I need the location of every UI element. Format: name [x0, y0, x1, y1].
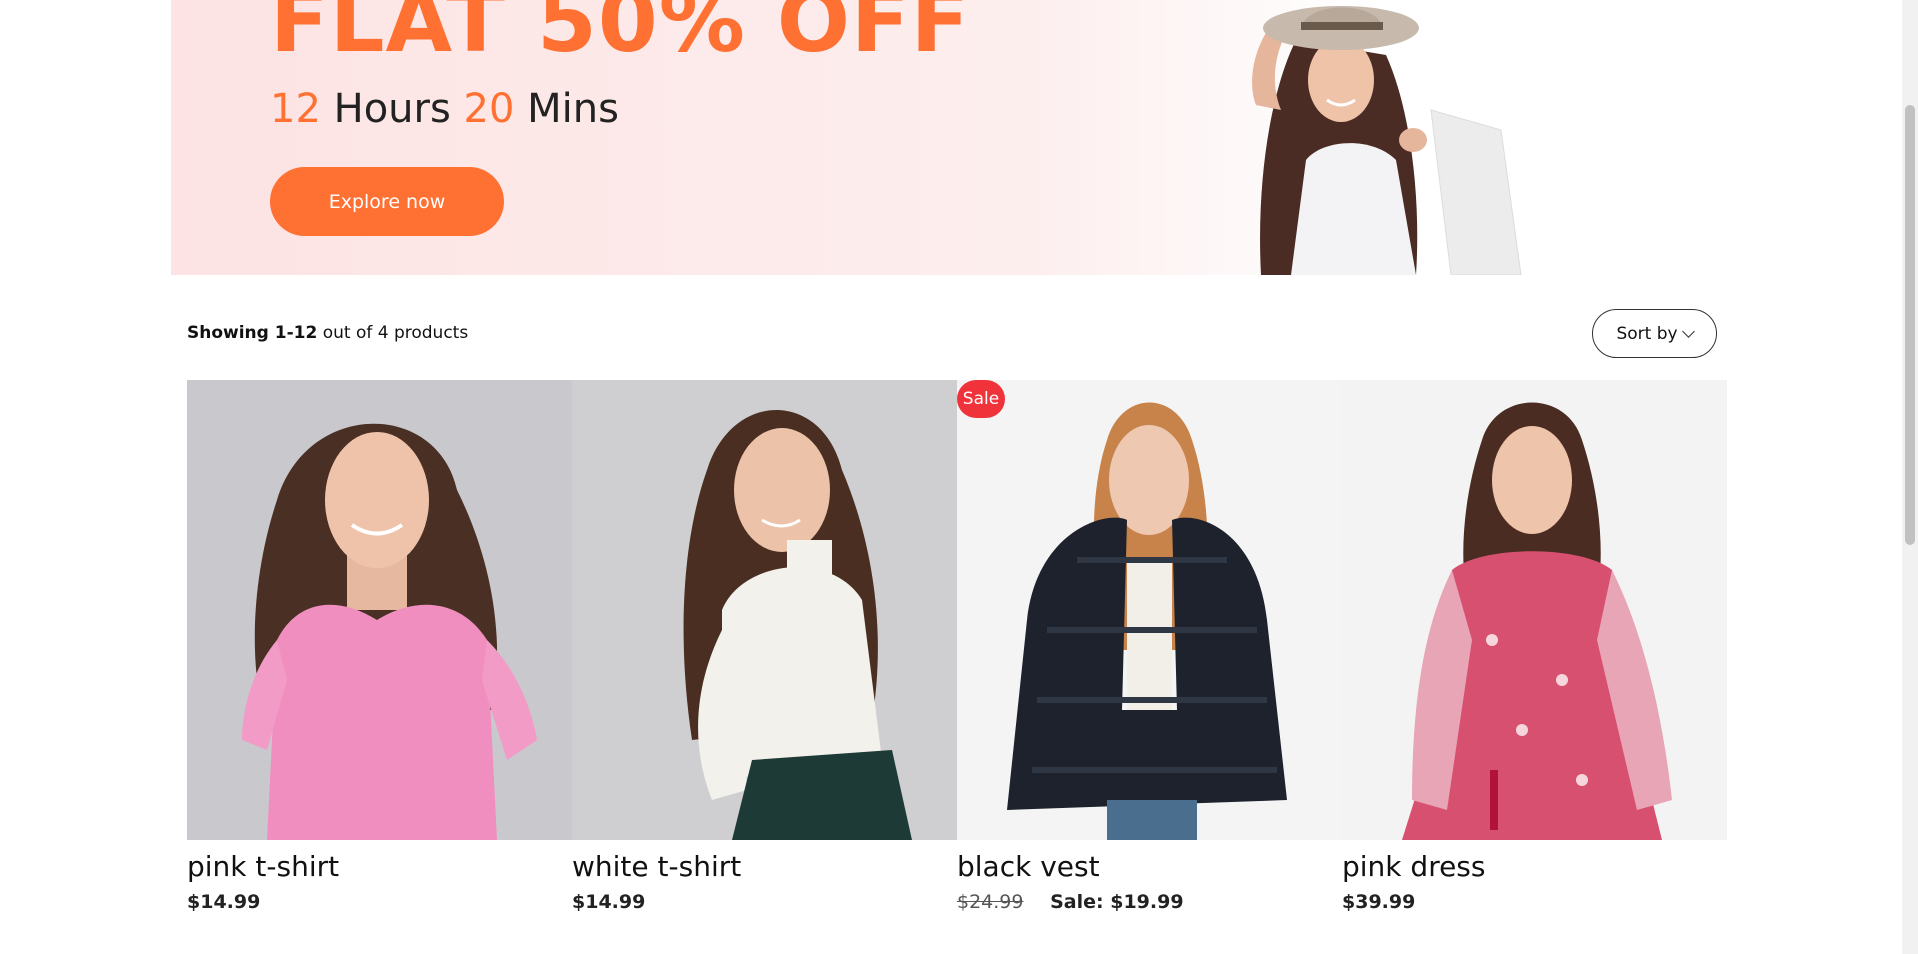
product-card[interactable]: pink dress $39.99	[1342, 380, 1727, 913]
product-grid: pink t-shirt $14.99 white t-shirt $14.99	[187, 380, 1727, 913]
product-image[interactable]	[187, 380, 572, 840]
product-price: $14.99	[187, 891, 261, 913]
scrollbar-thumb[interactable]	[1905, 105, 1915, 545]
product-sale-price: Sale: $19.99	[1050, 891, 1184, 913]
countdown-hours-value: 12	[270, 86, 321, 132]
product-original-price: $24.99	[957, 891, 1024, 913]
product-image[interactable]: Sale	[957, 380, 1342, 840]
product-card[interactable]: Sale black vest $24.99 Sale: $19.99	[957, 380, 1342, 913]
sort-by-label: Sort by	[1616, 323, 1678, 344]
sale-badge: Sale	[957, 380, 1005, 418]
promo-countdown: 12 Hours 20 Mins	[270, 86, 619, 132]
product-card[interactable]: pink t-shirt $14.99	[187, 380, 572, 913]
promo-banner: FLAT 50% OFF 12 Hours 20 Mins Explore no…	[171, 0, 1726, 275]
page: FLAT 50% OFF 12 Hours 20 Mins Explore no…	[0, 0, 1918, 954]
page-scrollbar[interactable]	[1902, 0, 1918, 954]
results-total: out of 4 products	[322, 323, 469, 343]
product-image[interactable]	[1342, 380, 1727, 840]
promo-headline: FLAT 50% OFF	[270, 0, 971, 72]
hero-model-image	[1252, 6, 1522, 275]
explore-now-button[interactable]: Explore now	[270, 167, 504, 236]
product-price-group: $24.99 Sale: $19.99	[957, 891, 1342, 913]
product-name[interactable]: white t-shirt	[572, 850, 957, 883]
product-image[interactable]	[572, 380, 957, 840]
product-name[interactable]: pink dress	[1342, 850, 1727, 883]
sort-by-button[interactable]: Sort by	[1592, 309, 1717, 358]
countdown-mins-label: Mins	[527, 86, 619, 132]
chevron-down-icon	[1681, 324, 1695, 338]
countdown-mins-value: 20	[463, 86, 515, 132]
product-name[interactable]: black vest	[957, 850, 1342, 883]
product-name[interactable]: pink t-shirt	[187, 850, 572, 883]
product-price: $39.99	[1342, 891, 1416, 913]
product-price: $14.99	[572, 891, 646, 913]
countdown-hours-label: Hours	[333, 86, 451, 132]
product-card[interactable]: white t-shirt $14.99	[572, 380, 957, 913]
results-toolbar: Showing 1-12 out of 4 products Sort by	[187, 309, 1717, 358]
results-range: Showing 1-12	[187, 323, 318, 343]
results-count: Showing 1-12 out of 4 products	[187, 323, 468, 343]
